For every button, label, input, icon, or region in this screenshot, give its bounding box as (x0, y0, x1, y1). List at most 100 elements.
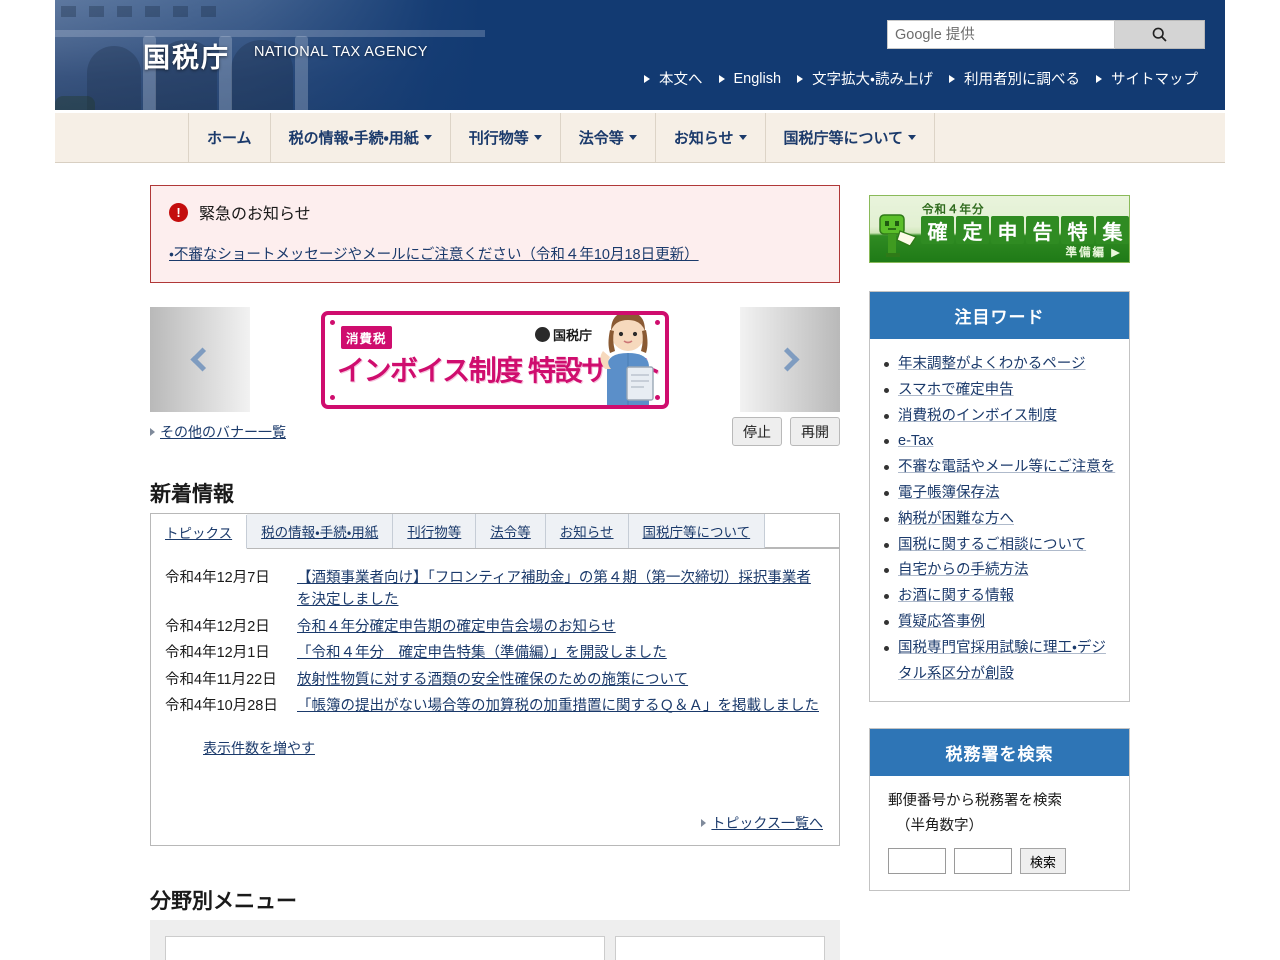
triangle-icon (949, 74, 955, 83)
keyword-item[interactable]: スマホで確定申告 (884, 378, 1117, 404)
news-item-link[interactable]: 「令和４年分 確定申告特集（準備編）」を開設しました (297, 642, 825, 664)
news-item-date: 令和4年10月28日 (165, 698, 278, 715)
news-item-date: 令和4年12月1日 (165, 645, 270, 662)
banner-char: 告 (1026, 216, 1059, 244)
carousel-resume-button[interactable]: 再開 (790, 417, 840, 446)
nav-item-publications[interactable]: 刊行物等 (451, 113, 561, 162)
news-panel: トピックス 税の情報・手続・用紙 刊行物等 法令等 お知らせ 国税庁等について (150, 513, 840, 846)
emergency-notice-link[interactable]: ・不審なショートメッセージやメールにご注意ください（令和４年10月18日更新） (169, 243, 821, 264)
kakutei-shinkoku-banner[interactable]: 令和４年分 確 定 申 告 特 集 準備編 ▶ (869, 195, 1130, 263)
keyword-item[interactable]: 自宅からの手続方法 (884, 558, 1117, 584)
emergency-notice-title: 緊急のお知らせ (199, 206, 311, 223)
agency-seal-icon (534, 326, 550, 342)
banner-tag: 消費税 (341, 325, 392, 349)
keyword-label: 電子帳簿保存法 (898, 484, 1000, 501)
news-tabs: トピックス 税の情報・手続・用紙 刊行物等 法令等 お知らせ 国税庁等について (151, 514, 839, 549)
util-item-english[interactable]: English (718, 71, 789, 87)
zip-input-second[interactable] (954, 848, 1012, 875)
banner-footer-label: 準備編 ▶ (1065, 247, 1122, 259)
news-item-link[interactable]: 「帳簿の提出がない場合等の加算税の加重措置に関するＱ＆Ａ」を掲載しました (297, 695, 825, 717)
global-nav: ホーム 税の情報・手続・用紙 刊行物等 法令等 お知らせ 国税庁等について (55, 113, 1225, 163)
keyword-item[interactable]: 年末調整がよくわかるページ (884, 352, 1117, 378)
keyword-label: お酒に関する情報 (898, 588, 1014, 605)
carousel-controls-row: その他のバナー一覧 停止 再開 (150, 417, 840, 446)
invoice-banner[interactable]: 消費税 国税庁 インボイス制度 特設サイト (321, 310, 669, 409)
news-item: 令和4年12月1日 「令和４年分 確定申告特集（準備編）」を開設しました (165, 642, 825, 664)
carousel-prev-button[interactable] (150, 307, 250, 412)
topics-all-link[interactable]: トピックス一覧へ (711, 813, 823, 833)
keyword-item[interactable]: 国税専門官採用試験に理工・デジタル系区分が創設 (884, 636, 1117, 688)
util-item-byuser[interactable]: 利用者別に調べる (949, 68, 1087, 89)
banner-list-link[interactable]: その他のバナー一覧 (150, 422, 286, 442)
util-link-label[interactable]: 文字拡大・読み上げ (809, 68, 940, 89)
search-icon (1152, 27, 1167, 42)
search-input[interactable] (887, 20, 1115, 49)
carousel-stop-button[interactable]: 停止 (732, 417, 782, 446)
keyword-item[interactable]: お酒に関する情報 (884, 584, 1117, 610)
keyword-item[interactable]: 質疑応答事例 (884, 610, 1117, 636)
tab-label: 税の情報・手続・用紙 (261, 525, 379, 540)
keyword-item[interactable]: 国税に関するご相談について (884, 533, 1117, 559)
tab-laws[interactable]: 法令等 (476, 514, 546, 548)
util-link-label[interactable]: 利用者別に調べる (961, 68, 1087, 89)
news-list: 令和4年12月7日 【酒類事業者向け】「フロンティア補助金」の第４期（第一次締切… (151, 549, 839, 758)
character-illustration (600, 314, 654, 405)
banner-carousel: 消費税 国税庁 インボイス制度 特設サイト (150, 307, 840, 412)
nav-spacer (55, 113, 189, 162)
keyword-item[interactable]: 電子帳簿保存法 (884, 481, 1117, 507)
util-link-label[interactable]: English (731, 71, 789, 87)
util-item-sitemap[interactable]: サイトマップ (1096, 68, 1205, 89)
tab-label: 刊行物等 (407, 525, 462, 540)
nav-item-tax-info[interactable]: 税の情報・手続・用紙 (271, 113, 451, 162)
keyword-label: 自宅からの手続方法 (898, 562, 1029, 579)
news-item: 令和4年12月7日 【酒類事業者向け】「フロンティア補助金」の第４期（第一次締切… (165, 567, 825, 612)
carousel-next-button[interactable] (740, 307, 840, 412)
zip-input-first[interactable] (888, 848, 946, 875)
search-button[interactable] (1115, 20, 1205, 49)
tabs-tail (765, 514, 839, 548)
news-item-date: 令和4年11月22日 (165, 671, 277, 688)
site-header: 国税庁 NATIONAL TAX AGENCY 本文へ English (55, 0, 1225, 110)
news-item-link[interactable]: 放射性物質に対する酒類の安全性確保のための施策について (297, 669, 825, 691)
nav-item-laws[interactable]: 法令等 (561, 113, 656, 162)
field-menu-card-tax[interactable]: 税について調べる (165, 936, 605, 960)
keyword-label: スマホで確定申告 (898, 381, 1014, 398)
tab-tax-info[interactable]: 税の情報・手続・用紙 (247, 514, 394, 548)
tab-publications[interactable]: 刊行物等 (393, 514, 477, 548)
keywords-panel-title: 注目ワード (870, 292, 1129, 339)
office-search-lead: 郵便番号から税務署を検索 (888, 793, 1062, 810)
zip-search-button[interactable]: 検索 (1020, 848, 1066, 875)
nav-item-home[interactable]: ホーム (189, 113, 271, 162)
util-item-honbun[interactable]: 本文へ (644, 68, 710, 89)
banner-char: 特 (1061, 216, 1094, 244)
tab-notices[interactable]: お知らせ (545, 514, 629, 548)
util-link-label[interactable]: 本文へ (656, 68, 710, 89)
util-item-textsize[interactable]: 文字拡大・読み上げ (797, 68, 940, 89)
keywords-panel: 注目ワード 年末調整がよくわかるページ スマホで確定申告 消費税のインボイス制度… (869, 291, 1130, 703)
nav-item-notices[interactable]: お知らせ (656, 113, 766, 162)
emergency-notice-header: ! 緊急のお知らせ (169, 200, 821, 224)
news-item: 令和4年12月2日 令和４年分確定申告期の確定申告会場のお知らせ (165, 616, 825, 638)
tab-about[interactable]: 国税庁等について (628, 514, 766, 548)
nav-item-about[interactable]: 国税庁等について (766, 113, 936, 162)
keyword-item[interactable]: 消費税のインボイス制度 (884, 404, 1117, 430)
news-item-link[interactable]: 令和４年分確定申告期の確定申告会場のお知らせ (297, 616, 825, 638)
site-logo-ja[interactable]: 国税庁 (143, 36, 230, 75)
keyword-item[interactable]: e-Tax (884, 429, 1117, 455)
triangle-icon (701, 819, 707, 827)
util-link-label[interactable]: サイトマップ (1108, 68, 1205, 89)
main-column: ! 緊急のお知らせ ・不審なショートメッセージやメールにご注意ください（令和４年… (150, 185, 840, 960)
keyword-label: 年末調整がよくわかるページ (898, 356, 1086, 372)
keyword-item[interactable]: 納税が困難な方へ (884, 507, 1117, 533)
triangle-icon (150, 427, 155, 436)
nav-item-label: 刊行物等 (468, 130, 529, 147)
field-menu-title: 分野別メニュー (150, 890, 297, 913)
field-menu-card-user[interactable]: 利用者別情報 (615, 936, 825, 960)
banner-char: 申 (991, 216, 1024, 244)
nav-item-label: 税の情報・手続・用紙 (288, 130, 419, 147)
news-item-link[interactable]: 【酒類事業者向け】「フロンティア補助金」の第４期（第一次締切）採択事業者を決定し… (297, 567, 825, 612)
chevron-down-icon (628, 135, 637, 140)
show-more-link[interactable]: 表示件数を増やす (203, 738, 315, 758)
keyword-item[interactable]: 不審な電話やメール等にご注意を (884, 455, 1117, 481)
tab-topics[interactable]: トピックス (151, 515, 248, 549)
